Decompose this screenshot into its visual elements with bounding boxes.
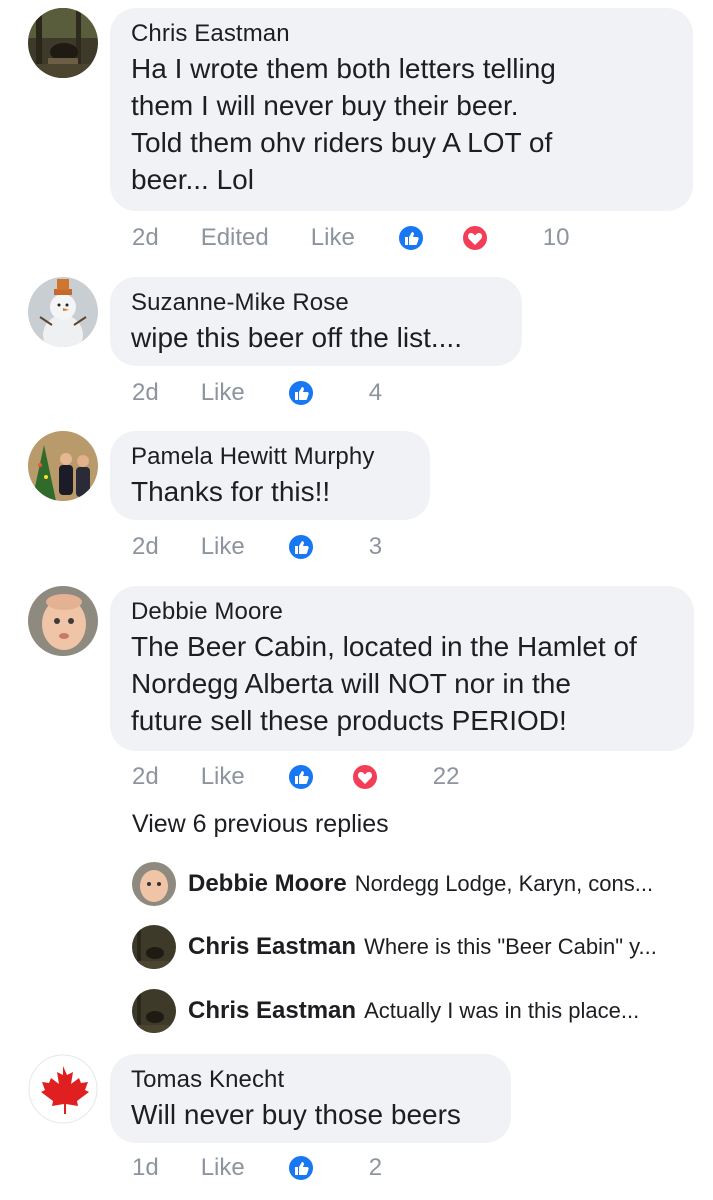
reactions[interactable]: 22 — [286, 763, 460, 791]
timestamp[interactable]: 1d — [132, 1154, 159, 1182]
comment-line: Thanks for this!! — [131, 476, 331, 507]
reply-text: Where is this "Beer Cabin" y... — [364, 934, 657, 959]
like-button[interactable]: Like — [201, 379, 245, 407]
like-button[interactable]: Like — [201, 763, 245, 791]
reaction-count: 10 — [542, 224, 570, 251]
love-reaction-icon — [460, 224, 489, 252]
comment-bubble: Tomas Knecht Will never buy those beers — [110, 1054, 511, 1143]
avatar[interactable] — [28, 8, 98, 78]
comment-meta: 2d Like 3 — [132, 531, 382, 563]
avatar[interactable] — [28, 586, 98, 656]
avatar-people-photo — [28, 431, 98, 501]
comment-line: Ha I wrote them both letters telling — [131, 53, 556, 84]
comment-bubble: Chris Eastman Ha I wrote them both lette… — [110, 8, 693, 211]
comment-author[interactable]: Debbie Moore — [131, 596, 672, 628]
reply-item[interactable]: Debbie Moore Nordegg Lodge, Karyn, cons.… — [132, 862, 653, 906]
reply-avatar[interactable] — [132, 862, 176, 906]
comment-line: future sell these products PERIOD! — [131, 705, 567, 736]
like-reaction-icon — [396, 224, 425, 252]
reactions[interactable]: 10 — [396, 224, 570, 252]
like-reaction-icon — [286, 1154, 315, 1182]
comment-text: Ha I wrote them both letters telling the… — [131, 50, 671, 198]
comment-text: Thanks for this!! — [131, 473, 408, 510]
reactions[interactable]: 2 — [286, 1154, 383, 1182]
comment-meta: 2d Like 22 — [132, 761, 459, 793]
avatar[interactable] — [28, 277, 98, 347]
comment-text: wipe this beer off the list.... — [131, 319, 500, 356]
reply-text: Actually I was in this place... — [364, 998, 640, 1023]
reactions[interactable]: 3 — [286, 533, 383, 561]
reaction-count: 2 — [368, 1154, 383, 1181]
comment-line: them I will never buy their beer. — [131, 90, 519, 121]
avatar-forest-photo — [28, 8, 98, 78]
comment-line: Nordegg Alberta will NOT nor in the — [131, 668, 571, 699]
comment-author[interactable]: Chris Eastman — [131, 18, 671, 50]
avatar-baby-photo — [28, 586, 98, 656]
comment-author[interactable]: Pamela Hewitt Murphy — [131, 441, 408, 473]
comment-meta: 1d Like 2 — [132, 1152, 382, 1184]
comment-text: Will never buy those beers — [131, 1096, 489, 1133]
comment-line: Will never buy those beers — [131, 1099, 461, 1130]
like-button[interactable]: Like — [311, 224, 355, 252]
comment-bubble: Suzanne-Mike Rose wipe this beer off the… — [110, 277, 522, 366]
like-button[interactable]: Like — [201, 533, 245, 561]
comment-line: The Beer Cabin, located in the Hamlet of — [131, 631, 637, 662]
comment-meta: 2d Edited Like 10 — [132, 222, 570, 254]
timestamp[interactable]: 2d — [132, 763, 159, 791]
comment-bubble: Debbie Moore The Beer Cabin, located in … — [110, 586, 694, 751]
avatar-snowman-photo — [28, 277, 98, 347]
reply-avatar[interactable] — [132, 989, 176, 1033]
avatar[interactable] — [28, 431, 98, 501]
like-button[interactable]: Like — [201, 1154, 245, 1182]
comment-bubble: Pamela Hewitt Murphy Thanks for this!! — [110, 431, 430, 520]
reply-text: Nordegg Lodge, Karyn, cons... — [354, 871, 654, 896]
comment-author[interactable]: Tomas Knecht — [131, 1064, 489, 1096]
timestamp[interactable]: 2d — [132, 379, 159, 407]
comment-line: beer... Lol — [131, 164, 254, 195]
like-reaction-icon — [286, 533, 315, 561]
timestamp[interactable]: 2d — [132, 224, 159, 252]
comment-line: wipe this beer off the list.... — [131, 322, 462, 353]
like-reaction-icon — [286, 763, 315, 791]
reply-item[interactable]: Chris Eastman Where is this "Beer Cabin"… — [132, 925, 657, 969]
comment-text: The Beer Cabin, located in the Hamlet of… — [131, 628, 672, 739]
love-reaction-icon — [350, 763, 379, 791]
reply-avatar[interactable] — [132, 925, 176, 969]
reply-author[interactable]: Debbie Moore — [188, 870, 347, 898]
reply-author[interactable]: Chris Eastman — [188, 933, 356, 961]
view-previous-replies-link[interactable]: View 6 previous replies — [132, 810, 389, 839]
edited-label[interactable]: Edited — [201, 224, 269, 252]
avatar[interactable] — [28, 1054, 98, 1124]
reaction-count: 3 — [368, 533, 383, 560]
reply-author[interactable]: Chris Eastman — [188, 997, 356, 1025]
maple-leaf-icon — [28, 1054, 98, 1124]
comment-author[interactable]: Suzanne-Mike Rose — [131, 287, 500, 319]
comment-line: Told them ohv riders buy A LOT of — [131, 127, 553, 158]
timestamp[interactable]: 2d — [132, 533, 159, 561]
reaction-count: 4 — [368, 379, 383, 406]
like-reaction-icon — [286, 379, 315, 407]
reply-item[interactable]: Chris Eastman Actually I was in this pla… — [132, 989, 639, 1033]
reaction-count: 22 — [432, 763, 460, 790]
comment-meta: 2d Like 4 — [132, 377, 382, 409]
reactions[interactable]: 4 — [286, 379, 383, 407]
